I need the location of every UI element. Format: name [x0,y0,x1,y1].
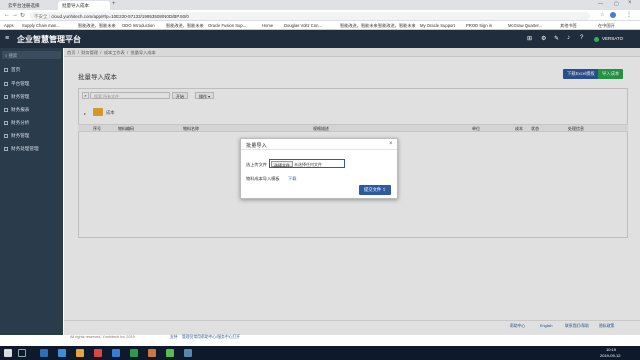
choose-file-button[interactable]: 选择文件 [271,161,293,168]
sidebar-item-label: 财务分析 [11,120,30,125]
report-icon [4,107,8,112]
close-icon[interactable]: × [389,141,393,147]
sidebar-search-input[interactable]: ⌕ 搜索 [2,51,61,59]
menu-toggle-icon[interactable]: ≡ [5,35,9,42]
grid-icon[interactable]: ⊞ [527,35,532,42]
bookmark[interactable]: 智能改进，智能未来 [166,23,204,29]
bookmark[interactable]: Apps [4,23,14,28]
sidebar-item-process[interactable]: 财务处理管理 [4,146,39,152]
bookmark[interactable]: PROD Sign in [466,23,492,28]
analysis-icon [4,120,8,125]
app-header: ≡ 企业智慧管理平台 ⊞ ⚙ ✎ ♪ ? VERSATO [0,30,640,48]
security-label: 不安全 [34,13,48,19]
star-icon[interactable]: ☆ [600,12,604,18]
help-center-link[interactable]: 管理员常用帮助中心/服务中心打开 [182,335,240,340]
close-window-icon[interactable]: × [628,0,632,6]
bell-icon[interactable]: ♪ [567,35,570,41]
bookmark[interactable]: Supply Chain man... [22,23,60,28]
help-icon[interactable]: ? [580,35,583,41]
bookmark[interactable]: 在中国开 [598,23,615,29]
sidebar-item-finance[interactable]: 财务管理 [4,94,29,100]
new-tab-icon[interactable]: + [112,1,116,7]
bookmarks-bar: Apps Supply Chain man... 智能改进，智能未来 ODO I… [0,21,640,30]
user-name[interactable]: VERSATO [602,36,623,41]
bookmark[interactable]: My Oracle Support [420,23,455,28]
template-label: 物料成本导入模板 [246,176,280,181]
browser-tab-active[interactable]: 批量导入成本 [58,1,110,10]
home-icon [4,67,8,72]
process-icon [4,146,8,151]
file-input[interactable]: 选择文件 未选择任何文件 [269,159,345,168]
upload-icon: ⇪ [382,187,386,192]
sidebar-item-label: 财务管理 [11,94,30,99]
bookmark[interactable]: 智能改进，智能未来 [340,23,378,29]
sidebar-item-label: 财务处理管理 [11,146,39,151]
clock-date: 2019-09-12 [600,353,621,358]
bookmark[interactable]: Douglas Voltz Con... [284,23,322,28]
avatar[interactable] [594,37,599,42]
app-title: 企业智慧管理平台 [17,35,81,44]
browser-tab-bar: 云平台注册选择 批量导入成本 + — ▢ × [0,0,640,10]
settings-icon[interactable]: ⚙ [541,35,546,42]
wechat-icon[interactable] [166,349,174,357]
select-file-label: 选上传文件 [246,162,267,167]
import-dialog: 批量导入 × 选上传文件 选择文件 未选择任何文件 物料成本导入模板 下载 提交… [240,138,398,199]
tab-label: 批量导入成本 [62,3,89,8]
reload-icon[interactable]: ↻ [20,12,25,19]
sidebar-item-label: 财务管理 [11,133,30,138]
excel-icon[interactable] [130,349,138,357]
browser-menu-icon[interactable]: ⋮ [626,11,632,18]
bookmark[interactable]: 其他书签 [560,23,577,29]
os-taskbar: 10:19 2019-09-12 [0,346,640,360]
forward-icon[interactable]: → [12,12,18,18]
submit-file-button[interactable]: 提交文件 ⇪ [359,185,391,195]
sidebar-item-label: 财务报表 [11,107,30,112]
minimize-icon[interactable]: — [598,1,603,7]
maximize-icon[interactable]: ▢ [614,1,619,7]
edit-icon[interactable]: ✎ [554,35,559,42]
url-text: cloud.yunhitech.com/app/#/p=10E230-57133… [51,13,189,19]
submit-label: 提交文件 [364,187,382,192]
tab-label: 云平台注册选择 [8,3,40,8]
bookmark[interactable]: ODO Introduction [122,23,155,28]
profile-icon[interactable] [610,12,616,18]
manage-icon [4,133,8,138]
taskbar-app-icon[interactable] [40,349,48,357]
dialog-title: 批量导入 [246,143,267,149]
ppt-icon[interactable] [148,349,156,357]
sidebar-item-label: 平台管理 [11,81,30,86]
platform-icon [4,81,8,86]
explorer-icon[interactable] [76,349,84,357]
support-link[interactable]: 支持 [170,335,178,340]
windows-start-icon[interactable] [4,349,12,357]
sidebar-item-platform[interactable]: 平台管理 [4,81,29,87]
clock-time: 10:19 [606,347,617,352]
sidebar [0,48,63,335]
browser-tab[interactable]: 云平台注册选择 [4,1,56,10]
sidebar-item-reports[interactable]: 财务报表 [4,107,29,113]
search-icon[interactable] [18,349,26,357]
sidebar-item-label: 首页 [11,67,21,72]
bookmark[interactable]: McGraw Quarter... [508,23,542,28]
copyright-text: All rights reserved, Yunhitech Inc 2019 [70,335,135,339]
url-input[interactable]: 不安全 | cloud.yunhitech.com/app/#/p=10E230… [30,12,590,20]
bookmark[interactable]: 智能改进，智能未来 [378,23,416,29]
sidebar-item-finance-manage[interactable]: 财务管理 [4,133,29,139]
bookmark[interactable]: Oracle Fusion Sup... [208,23,246,28]
file-status-text: 未选择任何文件 [294,162,322,167]
sidebar-item-analysis[interactable]: 财务分析 [4,120,29,126]
sidebar-search-placeholder: 搜索 [8,52,18,58]
bookmark[interactable]: 智能改进，智能未来 [78,23,116,29]
sidebar-item-home[interactable]: 首页 [4,67,20,73]
taskbar-app-icon[interactable] [184,349,192,357]
edge-icon[interactable] [58,349,66,357]
template-download-link[interactable]: 下载 [288,176,296,182]
finance-icon [4,94,8,99]
chrome-icon[interactable] [94,349,102,357]
back-icon[interactable]: ← [4,12,10,18]
bookmark[interactable]: Home [262,23,273,28]
word-icon[interactable] [112,349,120,357]
